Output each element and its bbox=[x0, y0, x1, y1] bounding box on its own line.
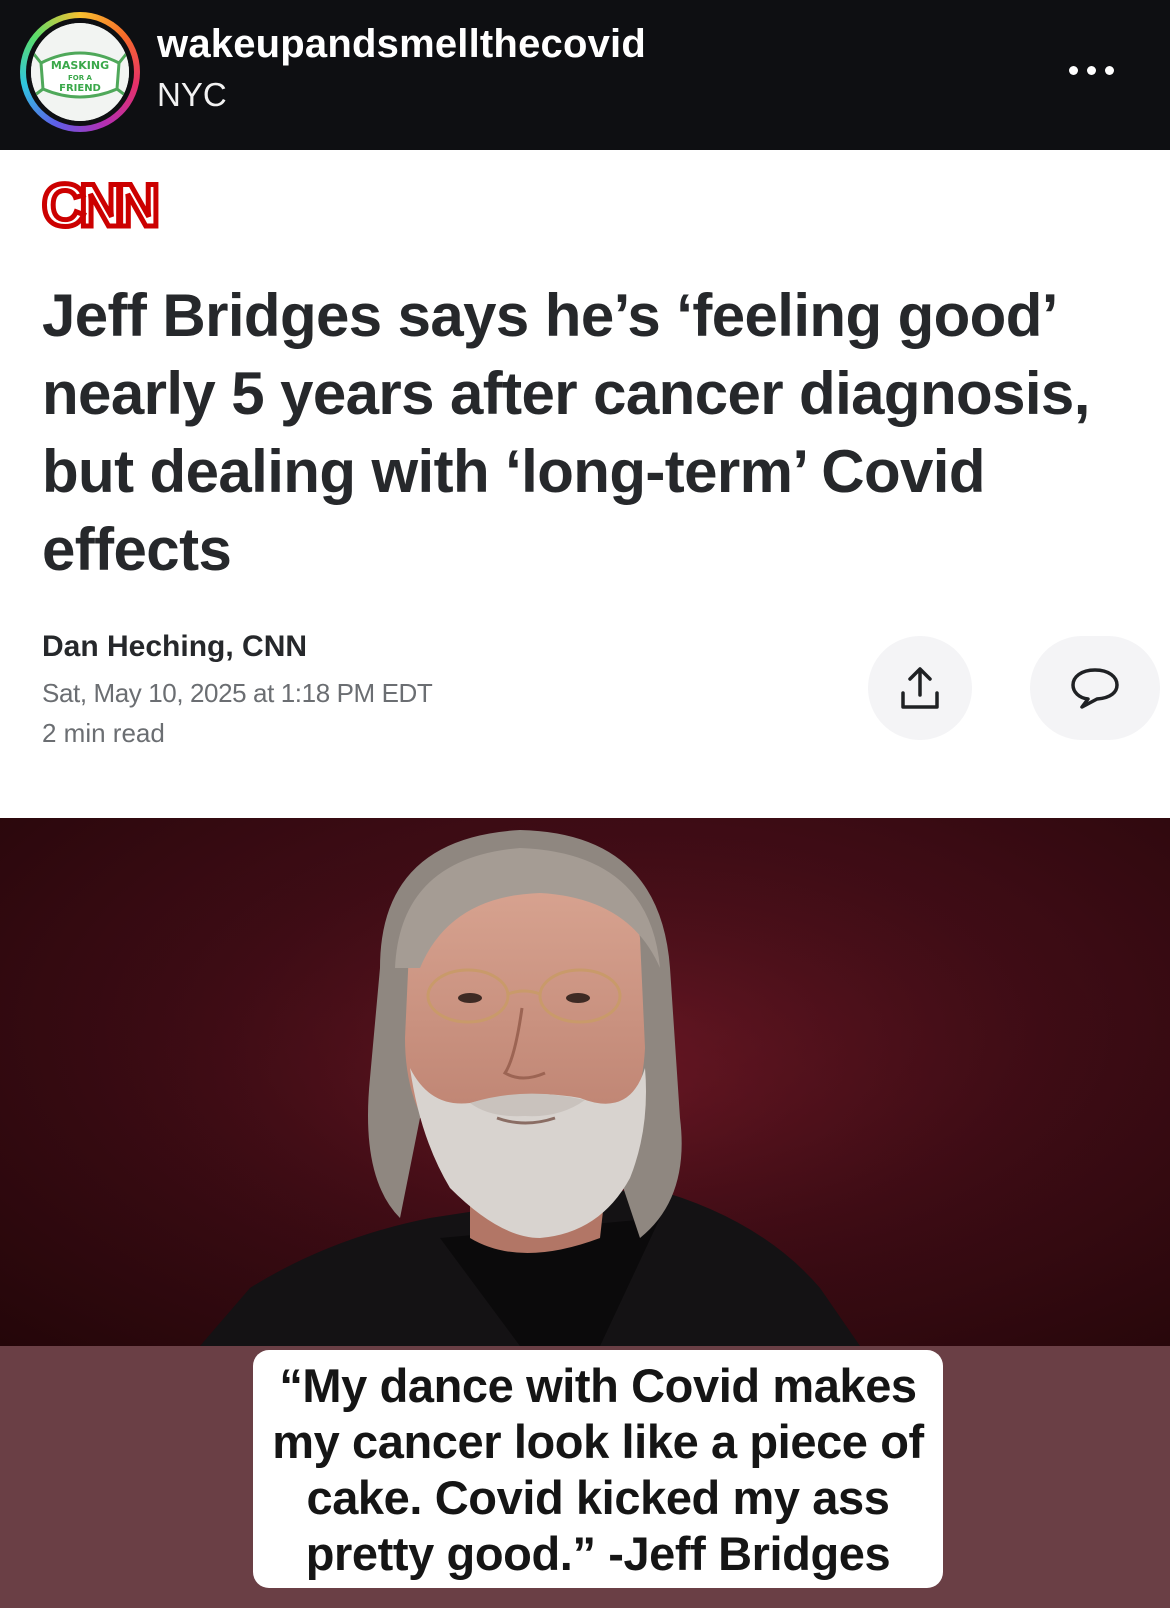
more-options-button[interactable] bbox=[1046, 52, 1136, 88]
svg-text:FRIEND: FRIEND bbox=[59, 83, 101, 94]
share-icon bbox=[901, 667, 939, 709]
article-author[interactable]: Dan Heching, CNN bbox=[42, 630, 307, 664]
username[interactable]: wakeupandsmellthecovid bbox=[157, 22, 646, 67]
svg-text:FOR A: FOR A bbox=[68, 74, 93, 82]
location[interactable]: NYC bbox=[157, 76, 227, 114]
article-card: CNN Jeff Bridges says he’s ‘feeling good… bbox=[0, 150, 1170, 818]
more-horizontal-icon bbox=[1068, 65, 1078, 75]
cnn-logo: CNN bbox=[40, 174, 165, 236]
share-button[interactable] bbox=[868, 636, 972, 740]
comment-icon bbox=[1071, 668, 1119, 709]
svg-text:CNN: CNN bbox=[42, 174, 157, 236]
article-read-time: 2 min read bbox=[42, 718, 165, 748]
quote-caption: “My dance with Covid makes my cancer loo… bbox=[272, 1359, 924, 1580]
post-header: MASKING FOR A FRIEND wakeupandsmelltheco… bbox=[0, 0, 1170, 150]
avatar[interactable]: MASKING FOR A FRIEND bbox=[31, 23, 129, 121]
article-headline[interactable]: Jeff Bridges says he’s ‘feeling good’ ne… bbox=[42, 277, 1142, 589]
article-photo[interactable] bbox=[0, 818, 1170, 1346]
masking-logo-icon: MASKING FOR A FRIEND bbox=[31, 23, 129, 121]
story-ring[interactable]: MASKING FOR A FRIEND bbox=[20, 12, 140, 132]
article-date: Sat, May 10, 2025 at 1:18 PM EDT bbox=[42, 678, 433, 708]
portrait-image bbox=[0, 818, 1170, 1346]
svg-text:MASKING: MASKING bbox=[51, 59, 109, 72]
comment-button[interactable] bbox=[1030, 636, 1160, 740]
